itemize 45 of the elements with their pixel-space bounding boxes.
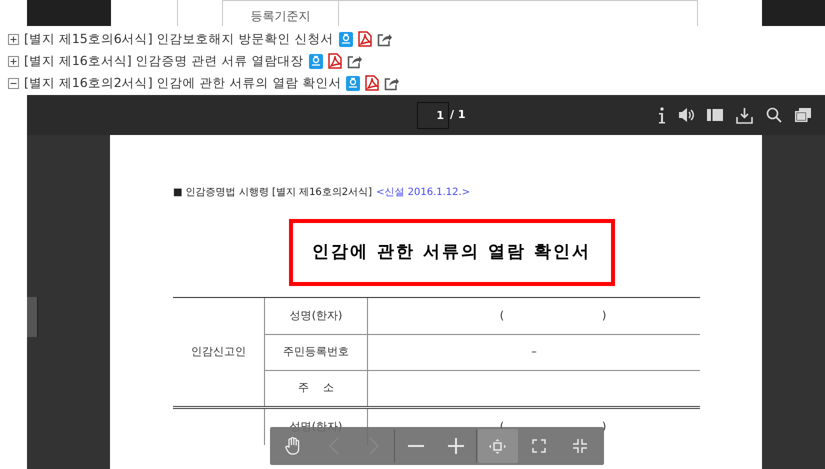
pdf-icon[interactable] xyxy=(365,75,380,91)
field-value: – xyxy=(531,344,537,360)
exit-fullscreen-icon xyxy=(572,439,586,453)
collapse-icon[interactable] xyxy=(8,78,19,88)
fit-page-icon xyxy=(489,438,506,454)
document-icon[interactable] xyxy=(308,54,323,68)
form-link[interactable]: [별지 제16호서식] 인감증명 관련 서류 열람대장 xyxy=(24,52,304,70)
close-paren: ) xyxy=(602,418,606,435)
page-total: / 1 xyxy=(450,106,466,123)
fullscreen-icon xyxy=(532,439,546,453)
document-icon[interactable] xyxy=(346,76,360,90)
open-paren: ( xyxy=(500,308,504,324)
expand-icon[interactable] xyxy=(8,34,19,44)
resize-handle[interactable] xyxy=(27,297,38,337)
dark-block xyxy=(762,0,825,26)
form-header: ■ 인감증명법 시행령 [별지 제16호의2서식] xyxy=(173,186,372,200)
plus-icon xyxy=(448,438,464,454)
close-paren: ) xyxy=(602,308,606,324)
hand-icon xyxy=(284,437,300,455)
row-label: 주민등록번호 xyxy=(283,344,349,360)
share-icon[interactable] xyxy=(384,76,400,90)
minus-icon xyxy=(408,445,424,447)
share-icon[interactable] xyxy=(346,54,362,68)
document-title: 인감에 관한 서류의 열람 확인서 xyxy=(312,240,591,264)
chevron-right-icon xyxy=(369,437,379,455)
pdf-icon[interactable] xyxy=(358,31,372,47)
search-icon[interactable] xyxy=(766,107,782,123)
section-label: 인감신고인 xyxy=(191,344,246,360)
row-label: 주 소 xyxy=(298,380,334,396)
zoom-bar-button[interactable] xyxy=(478,429,518,463)
expand-icon[interactable] xyxy=(8,56,19,66)
document-icon[interactable] xyxy=(338,32,353,46)
info-icon[interactable] xyxy=(658,106,666,124)
form-link[interactable]: [별지 제15호의6서식] 인감보호해지 방문확인 신청서 xyxy=(24,30,334,48)
sidebar-icon[interactable] xyxy=(707,109,723,121)
page-input[interactable]: 1 xyxy=(417,102,449,128)
row-label: 성명(한자) xyxy=(290,308,342,324)
share-icon[interactable] xyxy=(376,32,392,46)
form-link[interactable]: [별지 제16호의2서식] 인감에 관한 서류의 열람 확인서 xyxy=(24,74,342,92)
revision-note: <신설 2016.1.12.> xyxy=(376,186,470,200)
pdf-icon[interactable] xyxy=(328,53,342,69)
windows-icon[interactable] xyxy=(795,108,811,122)
download-icon[interactable] xyxy=(736,106,753,124)
table-cell: 등록기준지 xyxy=(223,1,339,26)
speaker-icon[interactable] xyxy=(679,108,694,122)
